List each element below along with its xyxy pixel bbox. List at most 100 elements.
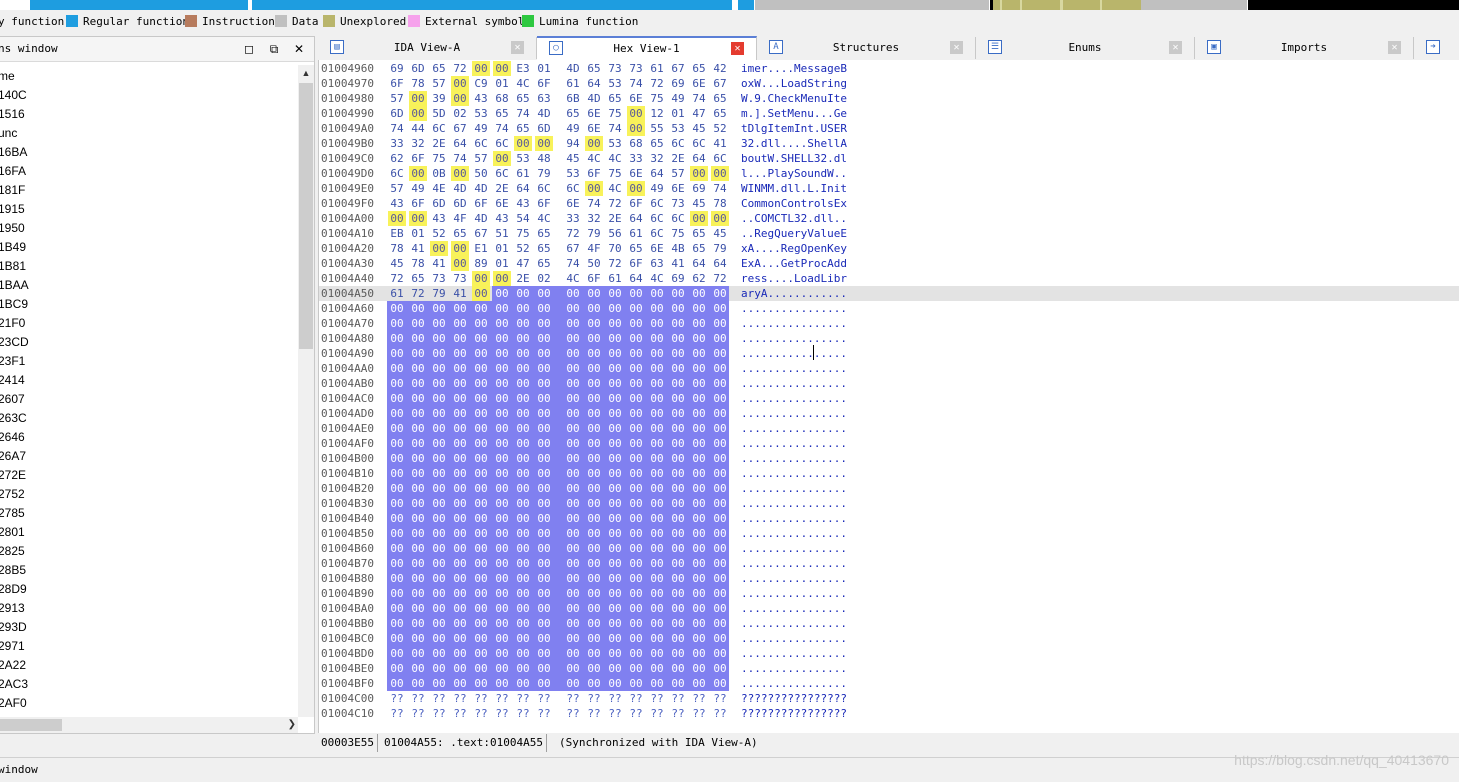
function-row[interactable]: 1B49 [0,238,298,257]
hex-ascii[interactable]: ................ [741,676,847,691]
hex-ascii[interactable]: ................ [741,301,847,316]
hex-byte[interactable]: 00 [493,421,511,436]
hex-byte[interactable]: 00 [564,466,582,481]
function-row[interactable]: 26A7 [0,447,298,466]
function-row[interactable]: 23F1 [0,352,298,371]
hex-byte[interactable]: 49 [669,91,687,106]
hex-byte[interactable]: 00 [472,586,490,601]
hex-byte[interactable]: 00 [472,646,490,661]
function-row[interactable]: 140C [0,86,298,105]
hex-byte[interactable]: 00 [451,406,469,421]
hex-byte[interactable]: E3 [514,61,532,76]
hex-byte[interactable]: 00 [648,346,666,361]
hex-byte[interactable]: ?? [627,691,645,706]
hex-byte[interactable]: 00 [711,631,729,646]
hex-row[interactable]: 01004B90 00 00 00 00 00 00 00 00 00 00 00 00 00 00 00 00… [319,586,1459,601]
hex-byte[interactable]: 65 [711,91,729,106]
hex-byte[interactable]: 00 [514,391,532,406]
hex-byte[interactable]: 00 [711,301,729,316]
hex-byte[interactable]: 65 [648,136,666,151]
hex-byte[interactable]: 6E [648,241,666,256]
hex-byte[interactable]: 65 [606,91,624,106]
hex-byte[interactable]: 6C [690,136,708,151]
hex-byte[interactable]: 65 [564,106,582,121]
hex-byte[interactable]: 49 [564,121,582,136]
hex-byte[interactable]: 00 [409,436,427,451]
hex-row[interactable]: 01004A00 00 00 43 4F 4D 43 54 4C 33 32 2E 64 6C 6C 00 00… [319,211,1459,226]
hex-byte[interactable]: 00 [606,286,624,301]
hex-byte[interactable]: 00 [648,301,666,316]
hex-byte[interactable]: 72 [388,271,406,286]
hex-ascii[interactable]: oxW...LoadString [741,76,847,91]
hex-ascii[interactable]: ???????????????? [741,706,847,721]
hex-byte[interactable]: 00 [535,376,553,391]
hex-byte[interactable]: 00 [535,436,553,451]
hex-byte[interactable]: 00 [564,331,582,346]
hex-byte[interactable]: 00 [535,676,553,691]
hex-byte[interactable]: 00 [451,661,469,676]
hex-byte[interactable]: 00 [564,301,582,316]
hex-byte[interactable]: 00 [388,376,406,391]
hex-byte[interactable]: 6E [564,196,582,211]
hex-byte[interactable]: 00 [388,436,406,451]
hex-byte[interactable]: 6C [430,121,448,136]
hex-byte[interactable]: 00 [493,571,511,586]
hex-byte[interactable]: 00 [535,466,553,481]
hex-byte[interactable]: 00 [711,376,729,391]
hex-byte[interactable]: 00 [669,556,687,571]
hex-byte[interactable]: 00 [669,436,687,451]
hex-byte[interactable]: 73 [606,61,624,76]
hex-byte[interactable]: 01 [669,106,687,121]
hex-byte[interactable]: 00 [648,616,666,631]
hex-byte[interactable]: 00 [648,451,666,466]
hex-byte[interactable]: 00 [564,316,582,331]
hex-byte[interactable]: 00 [430,436,448,451]
hex-byte[interactable]: 00 [388,571,406,586]
hex-byte[interactable]: 6F [388,76,406,91]
hex-byte[interactable]: 00 [669,316,687,331]
hex-byte[interactable]: 00 [606,496,624,511]
hex-byte[interactable]: 00 [451,526,469,541]
hex-byte[interactable]: 00 [535,361,553,376]
hex-byte[interactable]: 53 [669,121,687,136]
hex-byte[interactable]: 00 [606,676,624,691]
hex-byte[interactable]: 00 [409,586,427,601]
hex-byte[interactable]: 00 [451,646,469,661]
hex-row[interactable]: 01004B00 00 00 00 00 00 00 00 00 00 00 00 00 00 00 00 00… [319,451,1459,466]
hex-byte[interactable]: 75 [606,106,624,121]
hex-byte[interactable]: 00 [606,466,624,481]
hex-byte[interactable]: 00 [514,511,532,526]
hex-byte[interactable]: 65 [535,241,553,256]
hex-byte[interactable]: 72 [606,196,624,211]
hex-byte[interactable]: 00 [451,676,469,691]
hex-byte[interactable]: 55 [648,121,666,136]
hex-byte[interactable]: 00 [690,676,708,691]
hex-row[interactable]: 01004C00????????????????????????????????… [319,691,1459,706]
hex-byte[interactable]: 00 [585,526,603,541]
hex-byte[interactable]: ?? [535,706,553,721]
hex-byte[interactable]: 00 [535,136,553,151]
hex-byte[interactable]: 01 [409,226,427,241]
hex-byte[interactable]: 00 [430,496,448,511]
hex-byte[interactable]: ?? [606,706,624,721]
hex-byte[interactable]: 00 [430,616,448,631]
hex-byte[interactable]: 00 [472,316,490,331]
hex-byte[interactable]: 65 [535,226,553,241]
hex-byte[interactable]: 00 [451,586,469,601]
hex-byte[interactable]: 56 [606,226,624,241]
hex-byte[interactable]: 64 [451,136,469,151]
hex-ascii[interactable]: ................ [741,376,847,391]
hex-byte[interactable]: 00 [690,571,708,586]
hex-byte[interactable]: 00 [535,556,553,571]
hex-byte[interactable]: 6C [669,211,687,226]
hex-byte[interactable]: 00 [430,391,448,406]
hex-byte[interactable]: 00 [711,661,729,676]
hex-ascii[interactable]: l...PlaySoundW.. [741,166,847,181]
hex-byte[interactable]: 64 [627,271,645,286]
hex-ascii[interactable]: m.].SetMenu...Ge [741,106,847,121]
hex-byte[interactable]: 73 [451,271,469,286]
hex-byte[interactable]: 00 [648,376,666,391]
hex-byte[interactable]: 00 [388,406,406,421]
hex-byte[interactable]: 00 [690,511,708,526]
hex-byte[interactable]: 00 [648,481,666,496]
